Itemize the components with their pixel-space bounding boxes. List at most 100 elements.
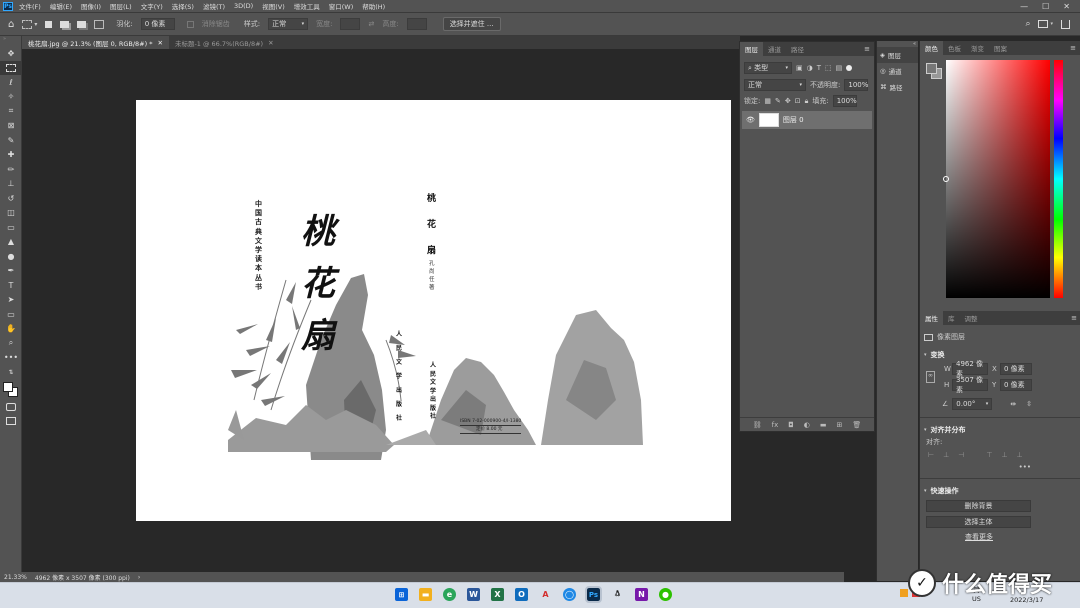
close-icon[interactable]: ✕ [1063, 2, 1070, 11]
blur-tool-icon[interactable]: ▲ [0, 235, 22, 250]
qq-icon[interactable]: 🐧︎ [611, 588, 624, 601]
excel-icon[interactable]: X [491, 588, 504, 601]
hand-tool-icon[interactable]: ✋ [0, 322, 22, 337]
zoom-level[interactable]: 21.33% [4, 574, 27, 581]
color-picker-field[interactable] [943, 60, 1050, 298]
y-value[interactable]: 0 像素 [1000, 379, 1032, 391]
tab-channels[interactable]: 通道 [763, 42, 786, 56]
tab-taohuashan[interactable]: 桃花扇.jpg @ 21.3% (图层 0, RGB/8#) * ✕ [22, 36, 169, 49]
workspace-icon[interactable]: ▾ [1038, 20, 1053, 28]
tab-patterns[interactable]: 图案 [989, 41, 1012, 55]
status-arrow-icon[interactable]: › [138, 574, 140, 581]
crop-tool-icon[interactable]: ⌗ [0, 104, 22, 119]
lock-position-icon[interactable]: ✥ [785, 97, 791, 105]
align-right-icon[interactable]: ⊣ [958, 451, 964, 459]
tab-properties[interactable]: 属性 [920, 311, 943, 325]
intersect-selection-icon[interactable] [94, 19, 105, 29]
menu-plugins[interactable]: 增效工具 [294, 1, 320, 11]
tab-untitled[interactable]: 未标题-1 @ 66.7%(RGB/8#) ✕ [169, 36, 280, 49]
blend-mode-select[interactable]: 正常 ▾ [744, 79, 806, 91]
layer-name[interactable]: 图层 0 [783, 115, 804, 125]
tab-paths[interactable]: 路径 [786, 42, 809, 56]
angle-input[interactable]: 0.00° ▾ [952, 398, 993, 410]
width-input[interactable] [340, 18, 361, 30]
new-group-icon[interactable]: ▬ [820, 421, 827, 429]
height-value[interactable]: 3507 像素 [952, 376, 988, 394]
remove-background-button[interactable]: 删除背景 [926, 500, 1031, 512]
pen-tool-icon[interactable]: ✒ [0, 264, 22, 279]
marquee-tool-icon[interactable] [0, 60, 22, 75]
type-tool-icon[interactable]: T [0, 278, 22, 293]
history-brush-icon[interactable]: ↺ [0, 191, 22, 206]
x-value[interactable]: 0 像素 [1000, 363, 1032, 375]
frame-tool-icon[interactable]: ⊠ [0, 119, 22, 134]
more-options[interactable]: ••• [1019, 463, 1031, 471]
new-selection-icon[interactable] [45, 20, 53, 28]
quick-mask-icon[interactable] [0, 400, 22, 415]
select-subject-button[interactable]: 选择主体 [926, 516, 1031, 528]
menu-edit[interactable]: 编辑(E) [50, 1, 72, 11]
clone-stamp-icon[interactable]: ⊥ [0, 177, 22, 192]
close-tab-icon[interactable]: ✕ [157, 39, 162, 47]
photoshop-taskbar-icon[interactable]: Ps [585, 586, 602, 603]
dodge-tool-icon[interactable]: ● [0, 249, 22, 264]
antialias-checkbox[interactable] [186, 20, 194, 28]
tab-libraries[interactable]: 库 [943, 311, 960, 325]
view-more-link[interactable]: 查看更多 [965, 532, 1080, 542]
healing-brush-icon[interactable]: ✚ [0, 148, 22, 163]
filter-smart-icon[interactable]: ▤ [836, 64, 843, 72]
document-canvas[interactable]: 中国古典文学读本丛书 桃 花 扇 桃 花 扇 孔尚任著 人民文学出版社 人民文学… [136, 100, 731, 521]
share-icon[interactable] [1061, 19, 1070, 29]
menu-image[interactable]: 图像(I) [81, 1, 101, 11]
layer-row[interactable]: 👁︎ 图层 0 [742, 111, 872, 129]
menu-select[interactable]: 选择(S) [172, 1, 194, 11]
menu-filter[interactable]: 滤镜(T) [203, 1, 225, 11]
lock-transparent-icon[interactable]: ▦ [764, 97, 771, 105]
height-input[interactable] [406, 18, 427, 30]
layer-kind-filter[interactable]: ⌕ 类型 ▾ [744, 62, 792, 74]
width-value[interactable]: 4962 像素 [952, 360, 988, 378]
menu-file[interactable]: 文件(F) [19, 1, 41, 11]
visibility-eye-icon[interactable]: 👁︎ [746, 116, 755, 124]
new-layer-icon[interactable]: ⊞ [837, 421, 843, 429]
style-select[interactable]: 正常 ▾ [268, 18, 309, 30]
tab-color[interactable]: 颜色 [920, 41, 943, 55]
move-tool-icon[interactable]: ✥ [0, 46, 22, 61]
flip-vertical-icon[interactable]: ⇳ [1026, 400, 1032, 408]
align-bottom-icon[interactable]: ⊥ [1017, 451, 1023, 459]
marquee-preset-icon[interactable]: ▾ [22, 19, 37, 29]
add-selection-icon[interactable] [60, 20, 70, 28]
hue-slider[interactable] [1054, 60, 1063, 298]
delete-layer-icon[interactable]: 🗑︎ [852, 421, 861, 429]
menu-help[interactable]: 帮助(H) [362, 1, 385, 11]
lock-artboard-icon[interactable]: ⊡ [795, 97, 801, 105]
magic-wand-icon[interactable]: ✧ [0, 90, 22, 105]
filter-adjust-icon[interactable]: ◑ [807, 64, 813, 72]
menu-type[interactable]: 文字(Y) [141, 1, 163, 11]
tab-gradients[interactable]: 渐变 [966, 41, 989, 55]
edge-browser-icon[interactable]: e [443, 588, 456, 601]
link-wh-icon[interactable]: ∞ [926, 371, 935, 383]
menu-view[interactable]: 视图(V) [262, 1, 285, 11]
outlook-icon[interactable]: O [515, 588, 528, 601]
color-fg-bg-swatch[interactable] [926, 63, 942, 79]
filter-pixel-icon[interactable]: ▣ [796, 64, 803, 72]
color-picker-cursor[interactable] [943, 176, 949, 182]
dock-paths-button[interactable]: ⌘ 路径 [877, 79, 918, 95]
more-tools-icon[interactable]: ••• [0, 351, 22, 366]
tab-swatches[interactable]: 色板 [943, 41, 966, 55]
adjustment-layer-icon[interactable]: ◐ [804, 421, 810, 429]
maximize-icon[interactable]: ☐ [1042, 2, 1049, 11]
filter-type-icon[interactable]: T [817, 64, 821, 72]
zoom-tool-icon[interactable]: ⌕ [0, 336, 22, 351]
path-select-icon[interactable]: ➤ [0, 293, 22, 308]
filter-shape-icon[interactable]: ⬚ [825, 64, 832, 72]
tab-layers[interactable]: 图层 [740, 42, 763, 56]
cloud-app-icon[interactable]: ◯ [563, 588, 576, 601]
align-left-icon[interactable]: ⊢ [928, 451, 934, 459]
lock-pixels-icon[interactable]: ✎ [775, 97, 781, 105]
panel-menu-icon[interactable]: ≡ [864, 45, 870, 53]
feather-input[interactable]: 0 像素 [140, 18, 175, 30]
lock-all-icon[interactable]: 🔒︎ [805, 97, 809, 106]
rectangle-tool-icon[interactable]: ▭ [0, 307, 22, 322]
